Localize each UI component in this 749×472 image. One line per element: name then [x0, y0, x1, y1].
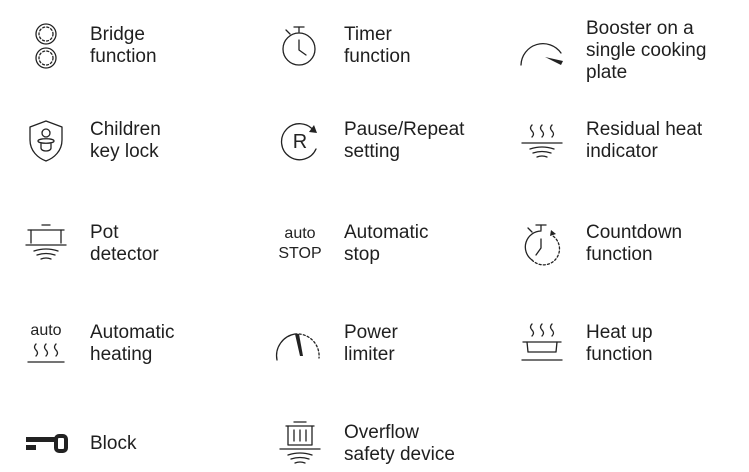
legend-label: Block: [90, 433, 137, 454]
power-limiter-icon: [272, 316, 328, 372]
heat-up-icon: [514, 316, 570, 372]
stopwatch-icon: [272, 18, 328, 74]
legend-label: Pot detector: [90, 222, 159, 265]
legend-item-automatic-heating: auto Automatic heating: [18, 316, 240, 372]
auto-text: auto: [30, 322, 62, 339]
legend-label: Automatic stop: [344, 222, 429, 265]
booster-gauge-icon: [514, 23, 570, 79]
legend-item-overflow-safety: Overflow safety device: [272, 416, 494, 472]
automatic-heating-icon: auto: [18, 316, 74, 372]
legend-item-child-lock: Children key lock: [18, 113, 240, 169]
legend-label: Countdown function: [586, 222, 683, 265]
legend-label: Overflow safety device: [344, 422, 455, 465]
legend-label: Power limiter: [344, 322, 398, 365]
legend-label: Automatic heating: [90, 322, 175, 365]
auto-stop-text: auto STOP: [278, 225, 322, 262]
legend-label: Heat up function: [586, 322, 653, 365]
countdown-icon: [514, 216, 570, 272]
child-lock-icon: [18, 113, 74, 169]
legend-item-bridge: Bridge function: [18, 18, 240, 74]
legend-label: Children key lock: [90, 119, 161, 162]
overflow-safety-icon: [272, 416, 328, 472]
block-icon: [18, 416, 74, 472]
svg-text:R: R: [293, 131, 307, 153]
auto-stop-icon: auto STOP: [272, 216, 328, 272]
legend-item-auto-stop: auto STOP Automatic stop: [272, 216, 494, 272]
legend-label: Pause/Repeat setting: [344, 119, 465, 162]
pause-repeat-icon: R: [272, 113, 328, 169]
residual-heat-icon: [514, 113, 570, 169]
legend-item-residual-heat: Residual heat indicator: [514, 113, 736, 169]
bridge-icon: [18, 18, 74, 74]
legend-label: Booster on a single cooking plate: [586, 18, 707, 83]
legend-item-power-limiter: Power limiter: [272, 316, 494, 372]
legend-label: Timer function: [344, 24, 411, 67]
legend-item-pause-repeat: R Pause/Repeat setting: [272, 113, 494, 169]
legend-item-block: Block: [18, 416, 240, 472]
legend-item-booster: Booster on a single cooking plate: [514, 18, 736, 84]
legend-item-pot-detector: Pot detector: [18, 216, 240, 272]
legend-item-heat-up: Heat up function: [514, 316, 736, 372]
legend-label: Bridge function: [90, 24, 157, 67]
legend-label: Residual heat indicator: [586, 119, 703, 162]
pot-detector-icon: [18, 216, 74, 272]
legend-item-countdown: Countdown function: [514, 216, 736, 272]
legend-item-timer: Timer function: [272, 18, 494, 74]
